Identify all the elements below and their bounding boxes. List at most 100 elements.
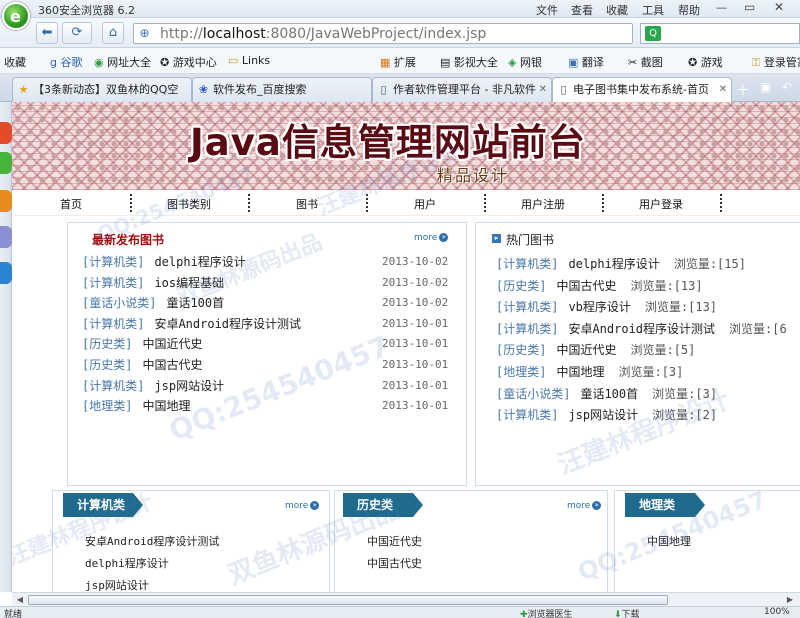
latest-book-row[interactable]: [计算机类] delphi程序设计 2013-10-02 [82, 253, 462, 273]
book-category-link[interactable]: [童话小说类] [82, 296, 156, 310]
toolbar-screenshot[interactable]: ✂ 截图 [628, 54, 663, 70]
category-book-link[interactable]: 中国古代史 [367, 555, 422, 571]
toolbar-translate[interactable]: ▣ 翻译 [568, 54, 604, 70]
site-info-icon[interactable]: ⊕ [137, 26, 152, 41]
hot-book-row[interactable]: [计算机类] 安卓Android程序设计测试 浏览量:[6 [496, 320, 787, 340]
latest-more-button[interactable]: more» [414, 233, 449, 243]
tab-list-icon[interactable]: ▣ [760, 80, 771, 94]
back-icon[interactable]: ⬅ [36, 22, 58, 44]
fav-google[interactable]: g 谷歌 [50, 54, 82, 70]
latest-book-row[interactable]: [地理类] 中国地理 2013-10-01 [82, 397, 462, 417]
nav-login[interactable]: 用户登录 [602, 196, 720, 212]
latest-book-row[interactable]: [历史类] 中国近代史 2013-10-01 [82, 335, 462, 355]
book-category-link[interactable]: [计算机类] [496, 322, 558, 336]
latest-book-row[interactable]: [历史类] 中国古代史 2013-10-01 [82, 356, 462, 376]
book-title-link[interactable]: 安卓Android程序设计测试 [568, 322, 715, 336]
hot-book-row[interactable]: [地理类] 中国地理 浏览量:[3] [496, 363, 683, 383]
book-title-link[interactable]: 中国古代史 [142, 358, 202, 372]
new-tab-icon[interactable]: ＋ [736, 80, 750, 100]
book-title-link[interactable]: 中国地理 [142, 399, 190, 413]
toolbar-video[interactable]: ▤ 影视大全 [440, 54, 498, 70]
book-title-link[interactable]: delphi程序设计 [154, 255, 245, 269]
book-category-link[interactable]: [历史类] [82, 358, 132, 372]
book-title-link[interactable]: 中国近代史 [556, 343, 616, 357]
category-book-link[interactable]: jsp网站设计 [85, 577, 149, 592]
close-tab-icon[interactable]: ✕ [539, 78, 547, 101]
sidebar-chat-icon[interactable] [0, 152, 12, 174]
book-category-link[interactable]: [历史类] [496, 279, 546, 293]
nav-register[interactable]: 用户注册 [484, 196, 602, 212]
book-category-link[interactable]: [计算机类] [496, 300, 558, 314]
latest-book-row[interactable]: [计算机类] jsp网站设计 2013-10-01 [82, 377, 462, 397]
book-title-link[interactable]: 童话100首 [580, 387, 638, 401]
scroll-left-icon[interactable]: ◀ [14, 594, 26, 606]
book-category-link[interactable]: [计算机类] [82, 276, 144, 290]
fav-game-center[interactable]: ✪ 游戏中心 [160, 54, 217, 70]
book-title-link[interactable]: 中国地理 [556, 365, 604, 379]
menu-help[interactable]: 帮助 [678, 2, 700, 18]
fav-links[interactable]: ▭ Links [228, 54, 270, 67]
category-more-button[interactable]: more» [285, 501, 320, 511]
download-button[interactable]: ⬇下载 [614, 607, 640, 618]
search-input[interactable]: Q [640, 23, 800, 44]
undo-close-icon[interactable]: ↶ [782, 80, 792, 94]
sidebar-feather-icon[interactable] [0, 226, 12, 248]
book-title-link[interactable]: delphi程序设计 [568, 257, 659, 271]
latest-book-row[interactable]: [计算机类] 安卓Android程序设计测试 2013-10-01 [82, 315, 462, 335]
tab-qq-zone[interactable]: ★ 【3条新动态】双鱼林的QQ空 [12, 77, 192, 102]
zoom-level[interactable]: 100% [764, 607, 790, 617]
menu-view[interactable]: 查看 [571, 2, 593, 18]
latest-book-row[interactable]: [童话小说类] 童话100首 2013-10-02 [82, 294, 462, 314]
horizontal-scrollbar[interactable]: ◀ ▶ [12, 592, 800, 606]
category-book-link[interactable]: 中国近代史 [367, 533, 422, 549]
hot-book-row[interactable]: [计算机类] jsp网站设计 浏览量:[2] [496, 406, 717, 426]
book-title-link[interactable]: jsp网站设计 [154, 379, 224, 393]
book-category-link[interactable]: [历史类] [82, 337, 132, 351]
category-book-link[interactable]: 中国地理 [647, 533, 691, 549]
scrollbar-thumb[interactable] [28, 595, 668, 605]
book-category-link[interactable]: [童话小说类] [496, 387, 570, 401]
minimize-icon[interactable]: — [716, 1, 727, 14]
address-bar[interactable]: ⊕ http://localhost:8080/JavaWebProject/i… [133, 23, 633, 44]
toolbar-games[interactable]: ✪ 游戏 [688, 54, 723, 70]
book-category-link[interactable]: [计算机类] [496, 408, 558, 422]
book-title-link[interactable]: 中国近代史 [142, 337, 202, 351]
refresh-icon[interactable]: ⟳ [62, 22, 92, 44]
category-book-link[interactable]: delphi程序设计 [85, 555, 169, 571]
sidebar-mail-icon[interactable] [0, 262, 12, 284]
book-category-link[interactable]: [计算机类] [82, 379, 144, 393]
maximize-icon[interactable]: ▭ [744, 0, 755, 14]
book-title-link[interactable]: 安卓Android程序设计测试 [154, 317, 301, 331]
book-category-link[interactable]: [历史类] [496, 343, 546, 357]
browser-logo-icon[interactable]: e [2, 2, 30, 30]
hot-book-row[interactable]: [童话小说类] 童话100首 浏览量:[3] [496, 385, 717, 405]
tab-software-platform[interactable]: ▯ 作者软件管理平台 - 非凡软件 ✕ [372, 77, 552, 102]
close-tab-icon[interactable]: ✕ [719, 78, 727, 101]
category-more-button[interactable]: more» [567, 501, 602, 511]
book-title-link[interactable]: ios编程基础 [154, 276, 224, 290]
hot-book-row[interactable]: [计算机类] vb程序设计 浏览量:[13] [496, 298, 717, 318]
fav-url-directory[interactable]: ◉ 网址大全 [94, 54, 151, 70]
tab-ebook-system[interactable]: ▯ 电子图书集中发布系统-首页 ✕ [552, 77, 732, 103]
toolbar-bank[interactable]: ◈ 网银 [508, 54, 542, 70]
tab-baidu-search[interactable]: ❀ 软件发布_百度搜索 [192, 77, 372, 102]
sidebar-app-icon[interactable] [0, 122, 12, 144]
book-title-link[interactable]: 中国古代史 [556, 279, 616, 293]
nav-users[interactable]: 用户 [366, 196, 484, 212]
book-category-link[interactable]: [计算机类] [82, 317, 144, 331]
nav-books[interactable]: 图书 [248, 196, 366, 212]
sidebar-weibo-icon[interactable] [0, 190, 12, 212]
close-icon[interactable]: ✕ [774, 0, 784, 14]
toolbar-extensions[interactable]: ▦ 扩展 [380, 54, 416, 70]
book-title-link[interactable]: jsp网站设计 [568, 408, 638, 422]
nav-home[interactable]: 首页 [12, 196, 130, 212]
book-category-link[interactable]: [计算机类] [496, 257, 558, 271]
hot-book-row[interactable]: [历史类] 中国近代史 浏览量:[5] [496, 341, 695, 361]
toolbar-login-manager[interactable]: ⚿ 登录管家 [752, 54, 800, 70]
scroll-right-icon[interactable]: ▶ [784, 594, 796, 606]
search-engine-icon[interactable]: Q [645, 26, 661, 41]
latest-book-row[interactable]: [计算机类] ios编程基础 2013-10-02 [82, 274, 462, 294]
browser-doctor-button[interactable]: ✚浏览器医生 [520, 607, 573, 618]
book-title-link[interactable]: vb程序设计 [568, 300, 630, 314]
hot-book-row[interactable]: [历史类] 中国古代史 浏览量:[13] [496, 277, 703, 297]
